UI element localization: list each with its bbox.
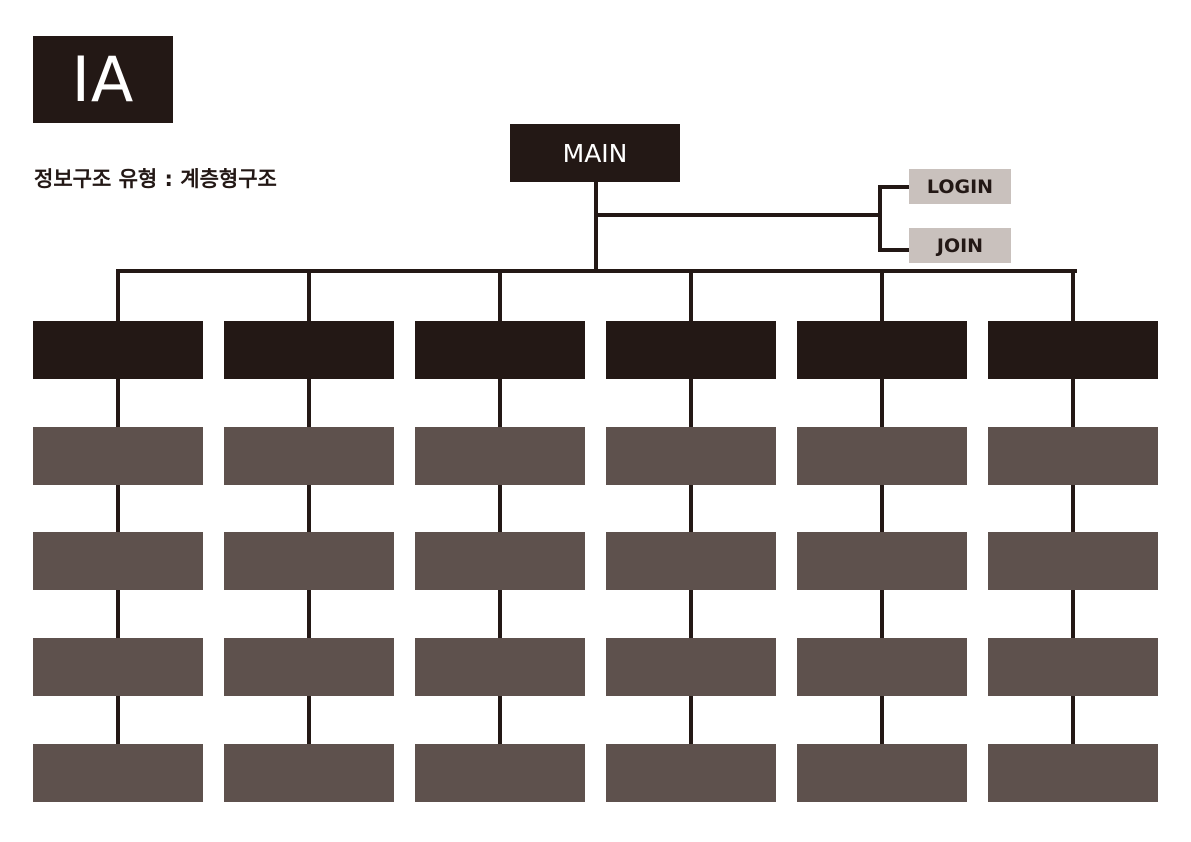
sub-node-3-3 [415, 638, 585, 696]
sub-node-4-2 [606, 532, 776, 590]
sub-node-5-2 [797, 532, 967, 590]
sub-node-6-2 [988, 532, 1158, 590]
sub-node-1-2 [33, 532, 203, 590]
sub-node-6-3 [988, 638, 1158, 696]
sub-node-6-4 [988, 744, 1158, 802]
sub-node-5-1 [797, 427, 967, 485]
sub-node-1-3 [33, 638, 203, 696]
category-node-6 [988, 321, 1158, 379]
sub-node-3-2 [415, 532, 585, 590]
category-bus-line [117, 269, 1077, 273]
category-node-2 [224, 321, 394, 379]
category-node-5 [797, 321, 967, 379]
main-node: MAIN [510, 124, 680, 182]
sub-node-5-3 [797, 638, 967, 696]
sub-node-2-4 [224, 744, 394, 802]
sub-node-3-1 [415, 427, 585, 485]
sub-node-4-1 [606, 427, 776, 485]
page-title: IA [33, 36, 173, 123]
sub-node-2-2 [224, 532, 394, 590]
login-node: LOGIN [909, 169, 1011, 204]
structure-type-label: 정보구조 유형 : 계층형구조 [34, 167, 277, 191]
join-node: JOIN [909, 228, 1011, 263]
sub-node-2-3 [224, 638, 394, 696]
sub-node-1-4 [33, 744, 203, 802]
category-node-4 [606, 321, 776, 379]
category-node-3 [415, 321, 585, 379]
side-branch-vertical-line [878, 185, 882, 252]
sub-node-6-1 [988, 427, 1158, 485]
ia-diagram: IA 정보구조 유형 : 계층형구조 MAIN LOGIN JOIN [0, 0, 1191, 842]
join-connector-line [878, 248, 909, 252]
sub-node-3-4 [415, 744, 585, 802]
sub-node-4-3 [606, 638, 776, 696]
sub-node-4-4 [606, 744, 776, 802]
sub-node-2-1 [224, 427, 394, 485]
login-connector-line [878, 185, 909, 189]
sub-node-1-1 [33, 427, 203, 485]
main-trunk-line [594, 182, 598, 272]
category-node-1 [33, 321, 203, 379]
side-branch-line [594, 213, 882, 217]
sub-node-5-4 [797, 744, 967, 802]
